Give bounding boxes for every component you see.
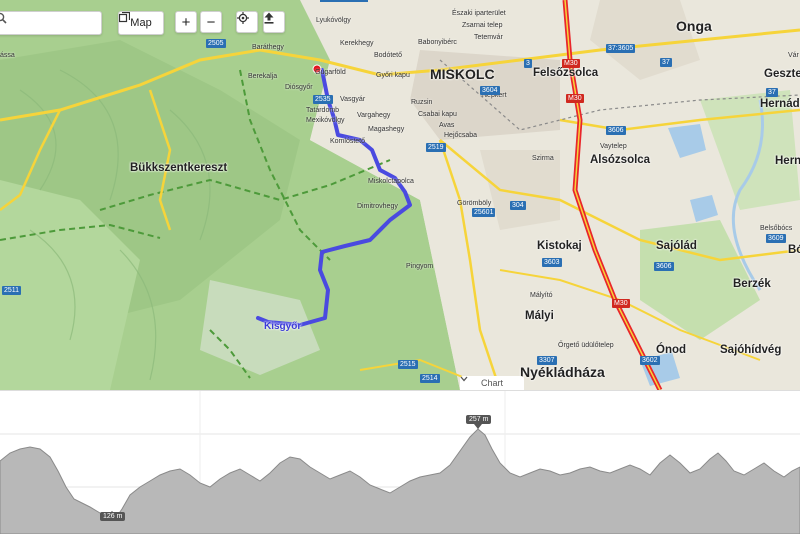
upload-icon [264,12,274,24]
locality-label: Avas [439,122,455,129]
locality-label: Vár [788,52,799,59]
locality-label: Vasgyár [340,96,366,103]
place-label-sajohidveg: Sajóhídvég [720,344,782,356]
road-shield: 25601 [472,208,496,217]
locality-label: Északi iparterület [452,10,506,17]
motorway-shield: M30 [566,94,584,103]
place-label-kistokaj: Kistokaj [537,240,582,252]
road-shield: 3604 [480,86,500,95]
locality-label: Tetemvár [474,34,503,41]
motorway-shield: M30 [562,59,580,68]
locality-label: Belsőbócs [760,225,793,232]
motorway-shield: M30 [612,299,630,308]
place-label-alsozsolca: Alsózsolca [590,154,651,166]
top-accent-bar [320,0,368,2]
map-layer-label: Map [130,17,152,29]
locality-label: Ruzsin [411,99,433,106]
locality-label: Csabai kapu [418,111,457,118]
locality-label: Görömböly [457,200,492,207]
road-shield: 3 [524,59,532,68]
road-shield: 3602 [640,356,660,365]
place-label-herna: Herna [775,155,800,167]
locality-label: Magashegy [368,126,405,133]
road-shield: 2519 [426,143,446,152]
road-shield: 2514 [420,374,440,383]
search-input[interactable] [0,11,102,35]
place-label-malyi: Mályi [525,310,554,322]
chart-toggle-button[interactable]: Chart [460,376,524,390]
road-shield: 3307 [537,356,557,365]
locality-label: Tatárdomb [306,107,340,114]
road-shield: 2505 [206,39,226,48]
place-label-bo: Bó [788,244,800,256]
locality-label: Baráthegy [252,44,284,51]
place-label-bukkszentkereszt: Bükkszentkereszt [130,162,228,174]
chart-toggle-label: Chart [480,378,503,388]
place-label-miskolc: MISKOLC [430,66,495,82]
locality-label: Győri kapu [376,72,410,79]
locate-button[interactable] [236,11,258,33]
road-shield: 304 [510,201,526,210]
locality-label: Őrgető üdülőtelep [558,342,614,349]
minus-icon: − [206,13,216,31]
locality-label: ássa [0,52,15,59]
locality-label: Dimitrovhegy [357,203,398,210]
road-shield: 3603 [542,258,562,267]
locality-label: Babonyibérc [418,39,457,46]
locality-label: Miskolctapolca [368,178,414,185]
locality-label: Mexikóvölgy [306,117,345,124]
max-marker-icon [474,424,482,429]
locality-label: Lyukóvölgy [316,17,351,24]
locality-label: Vaytelep [600,143,627,150]
road-shield: 3606 [606,126,626,135]
road-shield: 2511 [2,286,22,295]
chevron-down-icon [460,376,468,382]
place-label-gesztely: Geszte [764,68,800,80]
road-shield: 2535 [313,95,333,104]
zoom-out-button[interactable]: − [200,11,222,33]
road-shield: 3609 [766,234,786,243]
locality-label: Szirma [532,155,554,162]
road-shield: 37:3605 [606,44,636,53]
locality-label: Kerekhegy [340,40,374,47]
road-shield: 37 [766,88,778,97]
locality-label: Berekalja [248,73,278,80]
map-canvas[interactable]: Onga MISKOLC Felsőzsolca Alsózsolca Bükk… [0,0,800,390]
locality-label: Zsarnai telep [462,22,503,29]
locality-label: Bodótető [374,52,403,59]
max-elevation-label: 257 m [466,415,492,424]
place-label-nyekladhaza: Nyékládháza [520,364,605,380]
min-elevation-label: 126 m [100,512,126,521]
crosshair-icon [237,12,249,24]
road-shield: 2515 [398,360,418,369]
locality-label: Diósgyőr [285,84,313,91]
locality-label: Mályító [530,292,553,299]
elevation-profile[interactable]: 257 m 126 m [0,390,800,535]
locality-label: Komlóstető [330,138,366,145]
search-icon [0,12,7,24]
layers-icon [119,12,130,23]
zoom-in-button[interactable]: + [175,11,197,33]
place-label-berzek: Berzék [733,278,771,290]
waypoint-label-kisgyor: Kisgyőr [264,321,302,332]
locality-label: Vargahegy [357,112,391,119]
place-label-felsozsolca: Felsőzsolca [533,67,599,79]
road-shield: 3606 [654,262,674,271]
place-label-sajolad: Sajólád [656,240,697,252]
place-label-onga: Onga [676,18,712,34]
locality-label: Pingyom [406,263,434,270]
upload-button[interactable] [263,11,285,33]
locality-label: Gugarföld [315,69,346,76]
locality-label: Hejőcsaba [444,132,478,139]
road-shield: 37 [660,58,672,67]
place-label-onod: Ónod [656,344,687,356]
place-label-hernad: Hernád [760,98,800,110]
plus-icon: + [181,13,191,31]
map-layer-button[interactable]: Map [118,11,164,35]
